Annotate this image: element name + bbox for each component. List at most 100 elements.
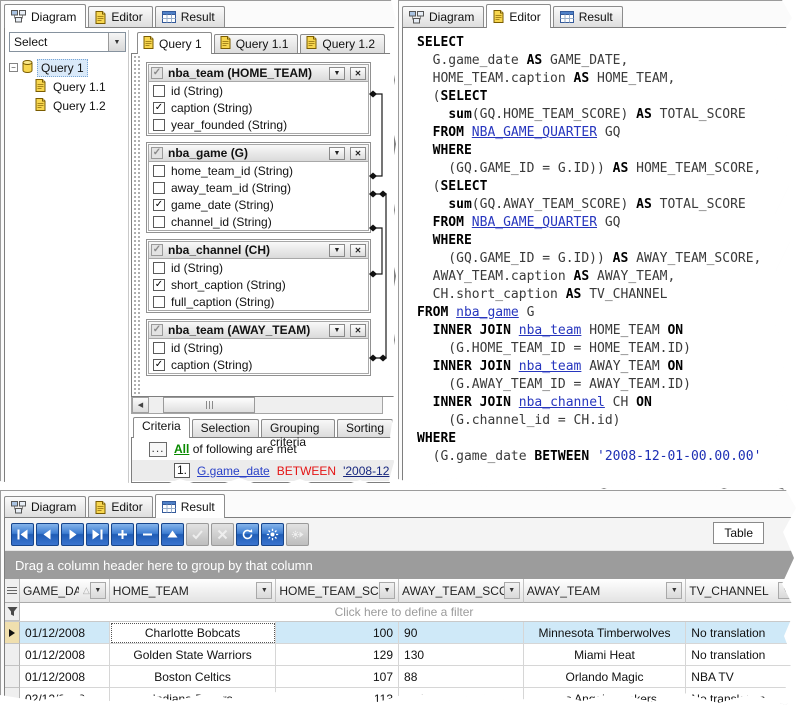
cell-game-da[interactable]: 01/12/2008 xyxy=(20,644,110,666)
cell-away-team-score[interactable]: 90 xyxy=(399,622,524,644)
tree-item-query-1-2[interactable]: Query 1.2 xyxy=(9,96,126,115)
field-row-id-string[interactable]: id (String) xyxy=(149,82,368,99)
field-row-id-string[interactable]: id (String) xyxy=(149,259,368,276)
tree-expander-icon[interactable]: − xyxy=(9,63,18,72)
field-checkbox[interactable] xyxy=(153,216,165,228)
first-record-button[interactable] xyxy=(11,523,34,546)
column-header-game-da[interactable]: GAME_DA△▼ xyxy=(20,579,110,603)
tab-editor[interactable]: Editor xyxy=(88,6,152,27)
field-row-away-team-id-string[interactable]: away_team_id (String) xyxy=(149,179,368,196)
field-row-full-caption-string[interactable]: full_caption (String) xyxy=(149,293,368,310)
field-row-id-string[interactable]: id (String) xyxy=(149,339,368,356)
tab-result[interactable]: Result xyxy=(155,494,225,518)
edit-record-button[interactable] xyxy=(161,523,184,546)
cell-game-da[interactable]: 01/12/2008 xyxy=(20,666,110,688)
table-menu-chevron-icon[interactable]: ▼ xyxy=(329,147,345,160)
column-filter-chevron-icon[interactable]: ▼ xyxy=(504,582,520,599)
tab-criteria[interactable]: Criteria xyxy=(133,417,190,438)
field-checkbox[interactable] xyxy=(153,102,165,114)
field-checkbox[interactable] xyxy=(153,342,165,354)
table-link[interactable]: NBA_GAME_QUARTER xyxy=(472,215,597,230)
cell-home-team[interactable]: Charlotte Bobcats xyxy=(110,622,277,644)
tab-diagram[interactable]: Diagram xyxy=(4,496,86,517)
next-record-button[interactable] xyxy=(61,523,84,546)
table-row[interactable]: 01/12/2008Golden State Warriors129130Mia… xyxy=(5,644,798,666)
column-filter-chevron-icon[interactable]: ▼ xyxy=(666,582,682,599)
table-row[interactable]: 01/12/2008Boston Celtics10788Orlando Mag… xyxy=(5,666,798,688)
cell-tv-channel[interactable]: No translation xyxy=(686,688,798,705)
field-checkbox[interactable] xyxy=(153,199,165,211)
table-menu-chevron-icon[interactable]: ▼ xyxy=(329,324,345,337)
field-checkbox[interactable] xyxy=(153,182,165,194)
scrollbar-thumb[interactable] xyxy=(163,397,255,413)
field-checkbox[interactable] xyxy=(153,85,165,97)
fetch-all-button[interactable] xyxy=(261,523,284,546)
cell-home-team[interactable]: Golden State Warriors xyxy=(110,644,277,666)
cell-away-team[interactable]: Los Angeles Lakers xyxy=(524,688,687,705)
cell-tv-channel[interactable]: No translation xyxy=(686,622,798,644)
cell-game-da[interactable]: 01/12/2008 xyxy=(20,622,110,644)
tab-editor[interactable]: Editor xyxy=(88,496,152,517)
table-link[interactable]: nba_team xyxy=(519,323,582,338)
tab-diagram[interactable]: Diagram xyxy=(402,6,484,27)
cell-tv-channel[interactable]: No translation xyxy=(686,644,798,666)
criteria-field-link[interactable]: G.game_date xyxy=(197,464,270,478)
column-header-away-team-score[interactable]: AWAY_TEAM_SCORE▼ xyxy=(399,579,524,603)
table-box-header[interactable]: nba_team (AWAY_TEAM)▼✕ xyxy=(148,321,369,339)
chevron-down-icon[interactable]: ▼ xyxy=(108,33,125,51)
criteria-value-link[interactable]: '2008-12 xyxy=(343,464,389,478)
tree-item-query-1[interactable]: −Query 1 xyxy=(9,58,126,77)
cell-away-team-score[interactable]: 130 xyxy=(399,644,524,666)
cell-home-team-score[interactable]: 113 xyxy=(276,688,399,705)
table-link[interactable]: nba_game xyxy=(456,305,519,320)
tab-query-1-2[interactable]: Query 1.2 xyxy=(300,34,385,53)
table-menu-chevron-icon[interactable]: ▼ xyxy=(329,67,345,80)
column-header-tv-channel[interactable]: TV_CHANNEL▼ xyxy=(686,579,798,603)
column-filter-chevron-icon[interactable]: ▼ xyxy=(90,582,106,599)
column-filter-chevron-icon[interactable]: ▼ xyxy=(379,582,395,599)
view-mode-selector[interactable]: Table xyxy=(713,522,764,544)
tab-query-1[interactable]: Query 1 xyxy=(137,32,212,54)
statement-type-select[interactable]: Select ▼ xyxy=(9,32,126,52)
field-row-caption-string[interactable]: caption (String) xyxy=(149,99,368,116)
cell-away-team[interactable]: Orlando Magic xyxy=(524,666,687,688)
field-checkbox[interactable] xyxy=(153,279,165,291)
scroll-left-icon[interactable]: ◀ xyxy=(132,397,149,413)
tab-editor[interactable]: Editor xyxy=(486,4,550,28)
diagram-horizontal-scrollbar[interactable]: ◀ xyxy=(131,397,383,414)
table-close-icon[interactable]: ✕ xyxy=(350,147,366,160)
tab-sorting[interactable]: Sorting xyxy=(337,419,393,437)
tab-diagram[interactable]: Diagram xyxy=(4,4,86,28)
splitter-grip[interactable] xyxy=(132,54,140,396)
field-row-game-date-string[interactable]: game_date (String) xyxy=(149,196,368,213)
field-row-caption-string[interactable]: caption (String) xyxy=(149,356,368,373)
cell-tv-channel[interactable]: NBA TV xyxy=(686,666,798,688)
column-header-home-team-score[interactable]: HOME_TEAM_SCORE▼ xyxy=(276,579,399,603)
table-checkbox[interactable] xyxy=(151,67,163,79)
tab-grouping-criteria[interactable]: Grouping criteria xyxy=(261,419,335,437)
tab-query-1-1[interactable]: Query 1.1 xyxy=(214,34,299,53)
criteria-operator-link[interactable]: BETWEEN xyxy=(277,464,336,478)
filter-hint-text[interactable]: Click here to define a filter xyxy=(20,605,788,619)
field-checkbox[interactable] xyxy=(153,165,165,177)
field-checkbox[interactable] xyxy=(153,119,165,131)
table-checkbox[interactable] xyxy=(151,147,163,159)
table-row[interactable]: 02/12/2008Indiana Pacers113117Los Angele… xyxy=(5,688,798,705)
table-box-header[interactable]: nba_game (G)▼✕ xyxy=(148,144,369,162)
field-checkbox[interactable] xyxy=(153,359,165,371)
sql-editor[interactable]: SELECT G.game_date AS GAME_DATE, HOME_TE… xyxy=(403,28,798,488)
table-close-icon[interactable]: ✕ xyxy=(350,244,366,257)
cell-home-team[interactable]: Indiana Pacers xyxy=(110,688,277,705)
column-filter-chevron-icon[interactable]: ▼ xyxy=(256,582,272,599)
table-checkbox[interactable] xyxy=(151,324,163,336)
table-close-icon[interactable]: ✕ xyxy=(350,67,366,80)
tab-result[interactable]: Result xyxy=(155,6,225,27)
table-menu-chevron-icon[interactable]: ▼ xyxy=(329,244,345,257)
field-row-channel-id-string[interactable]: channel_id (String) xyxy=(149,213,368,230)
table-close-icon[interactable]: ✕ xyxy=(350,324,366,337)
criteria-options-button[interactable]: ... xyxy=(149,442,167,457)
cell-home-team-score[interactable]: 129 xyxy=(276,644,399,666)
table-link[interactable]: nba_team xyxy=(519,359,582,374)
cell-away-team[interactable]: Miami Heat xyxy=(524,644,687,666)
field-checkbox[interactable] xyxy=(153,262,165,274)
